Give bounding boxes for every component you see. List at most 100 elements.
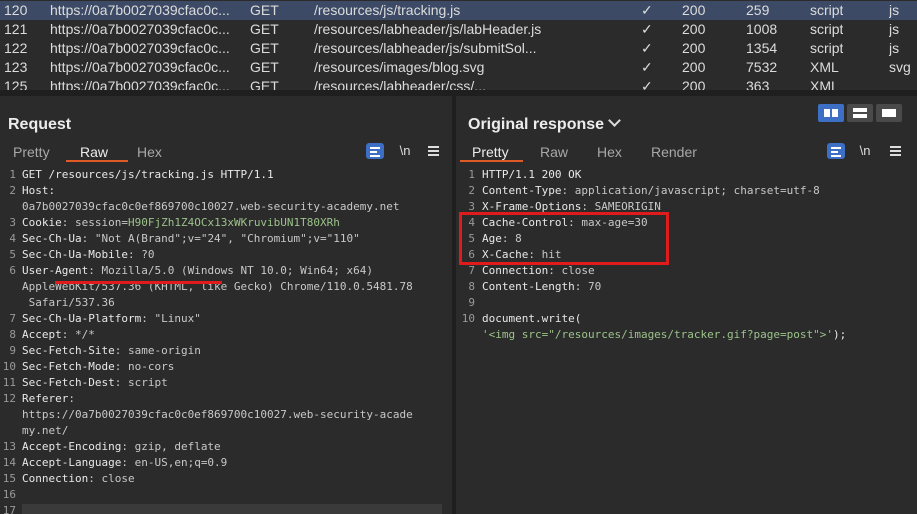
history-cell-url: /resources/images/blog.svg bbox=[314, 59, 485, 75]
history-row[interactable]: 123 https://0a7b0027039cfac0c... GET/resou… bbox=[0, 58, 917, 77]
code-token: '<img src="/resources/images/tracker.gif… bbox=[482, 328, 833, 341]
history-cell-edited: ✓ bbox=[641, 2, 653, 18]
line-number: 2 bbox=[9, 184, 16, 197]
request-editor[interactable]: 1 GET /resources/js/tracking.js HTTP/1.1 2… bbox=[0, 166, 452, 514]
history-cell-edited: ✓ bbox=[641, 59, 653, 75]
history-row[interactable]: 122 https://0a7b0027039cfac0c... GET/resou… bbox=[0, 39, 917, 58]
tab-response-pretty[interactable]: Pretty bbox=[472, 142, 509, 162]
history-cell-method: GET bbox=[250, 59, 279, 75]
history-cell-mime: script bbox=[810, 2, 844, 18]
request-pane: Request Pretty Raw Hex \n 1 GET /resource… bbox=[0, 96, 452, 514]
history-cell-edited: ✓ bbox=[641, 78, 653, 90]
line-number: 3 bbox=[9, 216, 16, 229]
history-cell-method: GET bbox=[250, 40, 279, 56]
history-row[interactable]: 120 https://0a7b0027039cfac0c... GET/resou… bbox=[0, 1, 917, 20]
code-line: GET /resources/js/tracking.js HTTP/1.1 bbox=[22, 168, 274, 181]
history-cell-id: 120 bbox=[4, 2, 28, 18]
wrap-lines-icon[interactable] bbox=[827, 143, 845, 159]
code-token: : close bbox=[88, 472, 135, 485]
tab-response-render[interactable]: Render bbox=[651, 142, 697, 162]
code-token: : bbox=[68, 392, 75, 405]
code-line: 0a7b0027039cfac0c0ef869700c10027.web-sec… bbox=[22, 200, 400, 213]
line-number: 10 bbox=[461, 312, 475, 325]
menu-icon[interactable] bbox=[886, 143, 904, 159]
code-token: : gzip, deflate bbox=[121, 440, 221, 453]
code-line: Referer: bbox=[22, 392, 75, 405]
history-cell-id: 122 bbox=[4, 40, 28, 56]
line-number: 11 bbox=[2, 376, 16, 389]
history-cell-id: 121 bbox=[4, 21, 28, 37]
code-token: Accept bbox=[22, 328, 62, 341]
line-number: 6 bbox=[9, 264, 16, 277]
menu-icon[interactable] bbox=[424, 143, 442, 159]
code-token: Sec-Fetch-Mode bbox=[22, 360, 115, 373]
proxy-history-table: 120 https://0a7b0027039cfac0c... GET/resou… bbox=[0, 0, 917, 90]
code-token: Accept-Encoding bbox=[22, 440, 122, 453]
tab-response-raw[interactable]: Raw bbox=[540, 142, 568, 162]
code-token: Sec-Ch-Ua-Platform bbox=[22, 312, 142, 325]
code-token: : script bbox=[114, 376, 168, 389]
code-token: Sec-Ch-Ua bbox=[22, 232, 82, 245]
code-token: : "Linux" bbox=[141, 312, 201, 325]
code-line: document.write( bbox=[482, 312, 581, 325]
request-title: Request bbox=[8, 116, 72, 133]
single-layout-icon[interactable] bbox=[876, 104, 902, 122]
code-line: User-Agent: Mozilla/5.0 (Windows NT 10.0… bbox=[22, 264, 373, 277]
history-cell-length: 259 bbox=[746, 2, 770, 18]
history-cell-id: 123 bbox=[4, 59, 28, 75]
history-cell-edited: ✓ bbox=[641, 21, 653, 37]
line-number: 16 bbox=[2, 488, 16, 501]
line-number: 14 bbox=[2, 456, 16, 469]
code-line: Accept-Encoding: gzip, deflate bbox=[22, 440, 221, 453]
code-token: Connection bbox=[22, 472, 89, 485]
tab-request-raw[interactable]: Raw bbox=[80, 142, 108, 162]
history-cell-ext: js bbox=[889, 2, 900, 18]
code-token: Cookie bbox=[22, 216, 62, 229]
newline-toggle-button[interactable]: \n bbox=[856, 143, 874, 159]
tab-response-hex[interactable]: Hex bbox=[597, 142, 622, 162]
code-token: https://0a7b0027039cfac0c0ef869700c10027… bbox=[22, 408, 413, 421]
history-cell-status: 200 bbox=[682, 40, 706, 56]
tab-request-hex[interactable]: Hex bbox=[137, 142, 162, 162]
newline-toggle-button[interactable]: \n bbox=[396, 143, 414, 159]
history-cell-host: https://0a7b0027039cfac0c... bbox=[50, 2, 230, 18]
history-cell-method: GET bbox=[250, 2, 279, 18]
history-cell-length: 1354 bbox=[746, 40, 778, 56]
code-token: : no-cors bbox=[114, 360, 175, 373]
code-line: Content-Type: application/javascript; ch… bbox=[482, 184, 820, 197]
code-token: Content-Type bbox=[482, 184, 562, 197]
history-cell-mime: script bbox=[810, 21, 844, 37]
line-number: 7 bbox=[468, 264, 475, 277]
line-number: 2 bbox=[468, 184, 475, 197]
code-line: https://0a7b0027039cfac0c0ef869700c10027… bbox=[22, 408, 413, 421]
line-number: 8 bbox=[468, 280, 475, 293]
tab-request-pretty[interactable]: Pretty bbox=[13, 142, 50, 162]
history-cell-mime: script bbox=[810, 40, 844, 56]
response-title-text: Original response bbox=[468, 116, 605, 133]
line-number: 1 bbox=[468, 168, 475, 181]
wrap-lines-icon[interactable] bbox=[366, 143, 384, 159]
line-number: 1 bbox=[9, 168, 16, 181]
stacked-layout-icon[interactable] bbox=[847, 104, 873, 122]
code-line: Content-Length: 70 bbox=[482, 280, 601, 293]
history-row[interactable]: 125 https://0a7b0027039cfac0c... GET/resou… bbox=[0, 77, 917, 90]
annotation-underline bbox=[55, 281, 222, 284]
response-title[interactable]: Original response bbox=[468, 114, 621, 134]
code-token: : ?0 bbox=[127, 248, 155, 261]
line-number: 12 bbox=[2, 392, 16, 405]
history-cell-ext: svg bbox=[889, 59, 911, 75]
code-token: ); bbox=[833, 328, 847, 341]
history-row[interactable]: 121 https://0a7b0027039cfac0c... GET/resou… bbox=[0, 20, 917, 39]
response-active-tab-indicator bbox=[460, 160, 523, 162]
code-line: Accept-Language: en-US,en;q=0.9 bbox=[22, 456, 227, 469]
code-token: Accept-Language bbox=[22, 456, 122, 469]
horizontal-scrollbar[interactable] bbox=[22, 504, 442, 514]
line-number: 15 bbox=[2, 472, 16, 485]
code-line: Connection: close bbox=[482, 264, 595, 277]
history-cell-status: 200 bbox=[682, 78, 706, 90]
code-line: Sec-Ch-Ua-Platform: "Linux" bbox=[22, 312, 201, 325]
history-cell-mime: XML bbox=[810, 78, 839, 90]
history-cell-status: 200 bbox=[682, 2, 706, 18]
side-by-side-layout-icon[interactable] bbox=[818, 104, 844, 122]
history-cell-host: https://0a7b0027039cfac0c... bbox=[50, 40, 230, 56]
